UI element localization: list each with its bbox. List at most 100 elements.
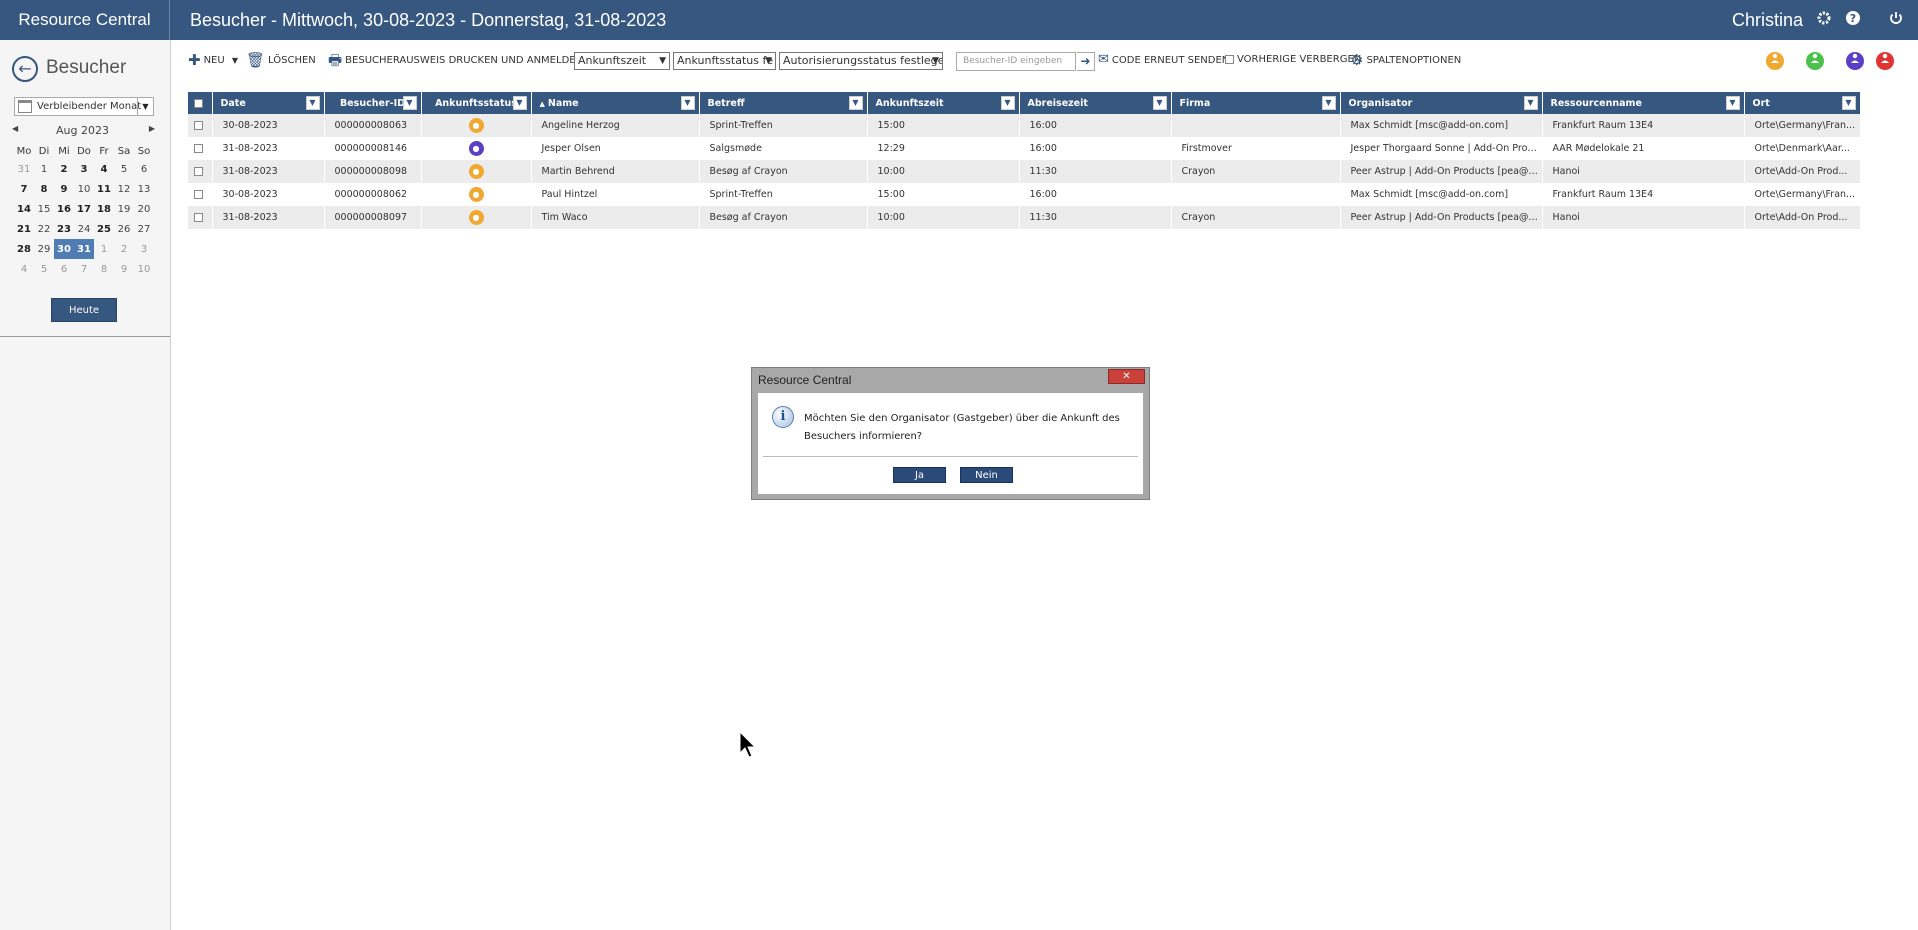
hide-previous-checkbox[interactable]: [1225, 54, 1234, 64]
calendar-day[interactable]: 11: [94, 179, 114, 199]
calendar-day[interactable]: 19: [114, 199, 134, 219]
status-filter-purple[interactable]: [1846, 52, 1864, 70]
date-range-select[interactable]: Verbleibender Monat ▼: [14, 97, 154, 116]
column-header-arrival-status[interactable]: Ankunftsstatus ▼: [421, 92, 532, 114]
column-options-button[interactable]: ⚙ SPALTENOPTIONEN: [1350, 50, 1461, 72]
calendar-day[interactable]: 13: [134, 179, 154, 199]
calendar-day-selected[interactable]: 31: [74, 239, 94, 259]
select-all-checkbox[interactable]: [193, 98, 203, 108]
column-header-visitor-id[interactable]: Besucher-ID ▼: [324, 92, 422, 114]
visitor-id-input[interactable]: Besucher-ID eingeben: [956, 52, 1076, 71]
calendar-day[interactable]: 10: [134, 259, 154, 279]
help-icon[interactable]: ?: [1843, 10, 1863, 30]
calendar-day[interactable]: 5: [34, 259, 54, 279]
filter-icon[interactable]: ▼: [402, 96, 417, 110]
gear-icon[interactable]: [1814, 10, 1834, 30]
calendar-day[interactable]: 8: [34, 179, 54, 199]
filter-icon[interactable]: ▼: [1725, 96, 1740, 110]
table-row[interactable]: 30-08-2023 000000008063 ● Angeline Herzo…: [188, 114, 1861, 137]
power-icon[interactable]: [1886, 10, 1906, 30]
calendar-day[interactable]: 23: [54, 219, 74, 239]
column-header-date[interactable]: Date ▼: [212, 92, 325, 114]
filter-icon[interactable]: ▼: [512, 96, 527, 110]
calendar-day[interactable]: 21: [14, 219, 34, 239]
filter-icon[interactable]: ▼: [1000, 96, 1015, 110]
column-header-arrival-time[interactable]: Ankunftszeit ▼: [867, 92, 1020, 114]
table-row[interactable]: 31-08-2023 000000008146 ● Jesper Olsen S…: [188, 137, 1861, 160]
calendar-next-icon[interactable]: ▶: [149, 124, 155, 133]
calendar-day[interactable]: 2: [114, 239, 134, 259]
calendar-day[interactable]: 20: [134, 199, 154, 219]
person-status-icon[interactable]: ●: [468, 164, 484, 179]
new-button[interactable]: ✚ NEU ▼: [188, 50, 238, 72]
calendar-day[interactable]: 2: [54, 159, 74, 179]
chevron-down-icon[interactable]: ▼: [232, 56, 238, 65]
hide-previous-toggle[interactable]: VORHERIGE VERBERGEN: [1225, 50, 1361, 72]
filter-icon[interactable]: ▼: [1152, 96, 1167, 110]
row-checkbox[interactable]: [193, 144, 203, 153]
person-status-icon[interactable]: ●: [468, 141, 484, 156]
yes-button[interactable]: Ja: [893, 467, 946, 483]
filter-icon[interactable]: ▼: [305, 96, 320, 110]
print-badge-button[interactable]: 🖶BESUCHERAUSWEIS DRUCKEN UND ANMELDEN ▼: [328, 50, 598, 72]
row-checkbox[interactable]: [193, 167, 203, 176]
today-button[interactable]: Heute: [51, 298, 117, 322]
calendar-day[interactable]: 6: [134, 159, 154, 179]
calendar-day[interactable]: 24: [74, 219, 94, 239]
column-header-organizer[interactable]: Organisator ▼: [1340, 92, 1543, 114]
calendar-day[interactable]: 26: [114, 219, 134, 239]
calendar-day[interactable]: 17: [74, 199, 94, 219]
calendar-day[interactable]: 15: [34, 199, 54, 219]
calendar-day[interactable]: 28: [14, 239, 34, 259]
filter-icon[interactable]: ▼: [1841, 96, 1856, 110]
column-header-resource[interactable]: Ressourcenname ▼: [1542, 92, 1745, 114]
row-checkbox[interactable]: [193, 213, 203, 222]
column-header-subject[interactable]: Betreff ▼: [699, 92, 868, 114]
auth-status-select[interactable]: Autorisierungsstatus festlegen ▼: [779, 52, 943, 70]
row-checkbox[interactable]: [193, 190, 203, 199]
calendar-day[interactable]: 12: [114, 179, 134, 199]
calendar-day[interactable]: 9: [114, 259, 134, 279]
arrival-status-select[interactable]: Ankunftsstatus fe ▼: [673, 52, 776, 70]
calendar-day[interactable]: 31: [14, 159, 34, 179]
calendar-day[interactable]: 16: [54, 199, 74, 219]
calendar-day[interactable]: 25: [94, 219, 114, 239]
filter-icon[interactable]: ▼: [1523, 96, 1538, 110]
calendar-day[interactable]: 27: [134, 219, 154, 239]
table-row[interactable]: 31-08-2023 000000008097 ● Tim Waco Besøg…: [188, 206, 1861, 229]
person-status-icon[interactable]: ●: [468, 187, 484, 202]
column-header-name[interactable]: ▲ Name ▼: [531, 92, 700, 114]
calendar-day[interactable]: 4: [14, 259, 34, 279]
delete-button[interactable]: 🗑 LÖSCHEN: [246, 50, 316, 72]
column-header-departure-time[interactable]: Abreisezeit ▼: [1019, 92, 1172, 114]
resend-code-button[interactable]: ✉ CODE ERNEUT SENDEN: [1098, 50, 1229, 72]
status-filter-green[interactable]: [1806, 52, 1824, 70]
person-status-icon[interactable]: ●: [468, 210, 484, 225]
calendar-day[interactable]: 4: [94, 159, 114, 179]
back-arrow-icon[interactable]: ←: [12, 56, 38, 82]
calendar-day[interactable]: 3: [134, 239, 154, 259]
filter-icon[interactable]: ▼: [848, 96, 863, 110]
user-name[interactable]: Christina: [1732, 0, 1803, 40]
calendar-day[interactable]: 14: [14, 199, 34, 219]
calendar-day[interactable]: 18: [94, 199, 114, 219]
status-filter-orange[interactable]: [1766, 52, 1784, 70]
enter-icon[interactable]: ➜: [1077, 52, 1095, 71]
arrival-time-select[interactable]: Ankunftszeit ▼: [574, 52, 670, 70]
calendar-day[interactable]: 7: [74, 259, 94, 279]
calendar-day[interactable]: 9: [54, 179, 74, 199]
table-row[interactable]: 31-08-2023 000000008098 ● Martin Behrend…: [188, 160, 1861, 183]
calendar-day[interactable]: 8: [94, 259, 114, 279]
row-checkbox[interactable]: [193, 121, 203, 130]
calendar-day[interactable]: 1: [34, 159, 54, 179]
calendar-day[interactable]: 7: [14, 179, 34, 199]
table-row[interactable]: 30-08-2023 000000008062 ● Paul Hintzel S…: [188, 183, 1861, 206]
status-filter-red[interactable]: [1876, 52, 1894, 70]
calendar-day[interactable]: 1: [94, 239, 114, 259]
calendar-day[interactable]: 10: [74, 179, 94, 199]
filter-icon[interactable]: ▼: [1321, 96, 1336, 110]
no-button[interactable]: Nein: [960, 467, 1013, 483]
filter-icon[interactable]: ▼: [680, 96, 695, 110]
chevron-down-icon[interactable]: ▼: [137, 98, 153, 115]
column-header-location[interactable]: Ort ▼: [1744, 92, 1861, 114]
